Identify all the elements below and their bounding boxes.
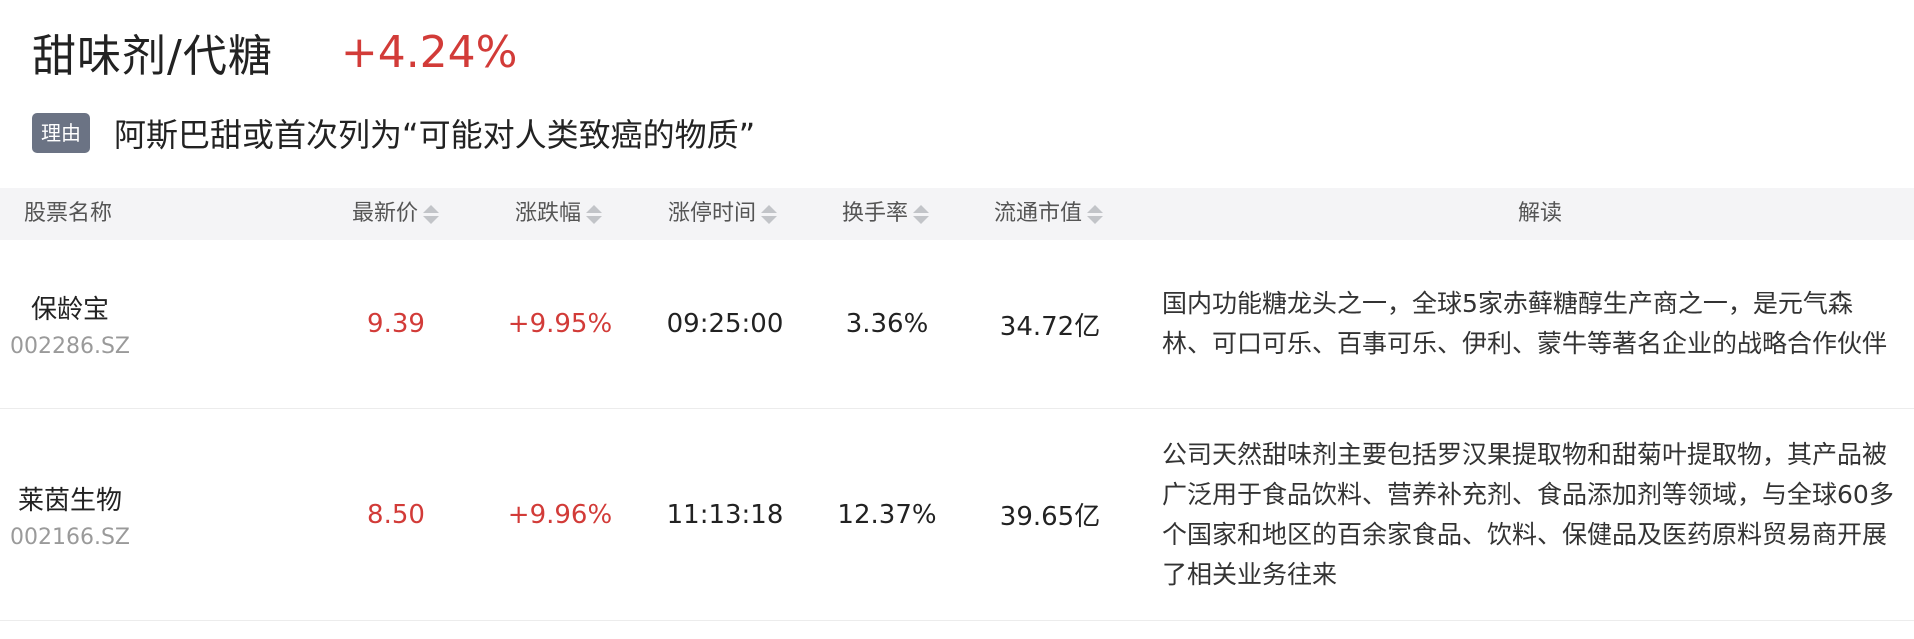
col-price[interactable]: 最新价 [352, 188, 440, 240]
table-header: 股票名称 最新价 涨跌幅 涨停时间 换手率 流通市值 解读 [0, 188, 1914, 240]
stock-name-cell[interactable]: 保龄宝 002286.SZ [0, 240, 140, 408]
latest-price: 9.39 [367, 309, 425, 339]
sort-icon[interactable] [913, 204, 930, 224]
reason-text: 阿斯巴甜或首次列为“可能对人类致癌的物质” [114, 116, 756, 154]
market-cap: 39.65亿 [999, 502, 1101, 532]
col-stock-name: 股票名称 [24, 188, 112, 240]
table-row[interactable]: 莱茵生物 002166.SZ 8.50 +9.96% 11:13:18 12.3… [0, 409, 1914, 621]
market-cap: 34.72亿 [999, 311, 1101, 342]
sector-change: +4.24% [340, 26, 518, 78]
latest-price: 8.50 [367, 499, 425, 530]
turnover-rate: 3.36% [845, 309, 929, 339]
stock-name[interactable]: 莱茵生物 [18, 480, 122, 517]
turnover-rate: 12.37% [837, 499, 937, 530]
stock-description-text: 国内功能糖龙头之一，全球5家赤藓糖醇生产商之一，是元气森林、可口可乐、百事可乐、… [1162, 289, 1888, 358]
col-limit-time[interactable]: 涨停时间 [668, 188, 778, 240]
col-desc-label: 解读 [1518, 201, 1563, 226]
reason-badge: 理由 [32, 113, 90, 153]
stock-description: 公司天然甜味剂主要包括罗汉果提取物和甜菊叶提取物，其产品被广泛用于食品饮料、营养… [1162, 409, 1902, 620]
col-change[interactable]: 涨跌幅 [515, 188, 603, 240]
col-limit-time-label: 涨停时间 [668, 201, 757, 226]
col-desc: 解读 [1518, 188, 1562, 240]
col-turnover[interactable]: 换手率 [842, 188, 930, 240]
sort-icon[interactable] [586, 204, 603, 224]
sector-name: 甜味剂/代糖 [32, 31, 273, 82]
col-turnover-label: 换手率 [842, 201, 909, 226]
col-market-cap[interactable]: 流通市值 [994, 188, 1104, 240]
sector-header: 甜味剂/代糖 +4.24% [32, 22, 518, 83]
stock-description: 国内功能糖龙头之一，全球5家赤藓糖醇生产商之一，是元气森林、可口可乐、百事可乐、… [1162, 240, 1902, 408]
limit-up-time: 11:13:18 [666, 499, 784, 530]
limit-up-time: 09:25:00 [666, 309, 784, 339]
sort-icon[interactable] [423, 204, 440, 224]
change-percent: +9.96% [507, 499, 613, 530]
change-percent: +9.95% [507, 309, 613, 339]
stock-name[interactable]: 保龄宝 [31, 289, 109, 326]
col-price-label: 最新价 [352, 201, 419, 226]
stock-description-text: 公司天然甜味剂主要包括罗汉果提取物和甜菊叶提取物，其产品被广泛用于食品饮料、营养… [1162, 439, 1894, 589]
col-change-label: 涨跌幅 [515, 201, 582, 226]
sort-icon[interactable] [1087, 204, 1104, 224]
col-market-cap-label: 流通市值 [994, 201, 1083, 226]
col-stock-name-label: 股票名称 [24, 201, 113, 226]
sort-icon[interactable] [761, 204, 778, 224]
stock-code: 002286.SZ [9, 334, 130, 359]
reason-line: 理由 阿斯巴甜或首次列为“可能对人类致癌的物质” [32, 110, 755, 156]
stock-name-cell[interactable]: 莱茵生物 002166.SZ [0, 409, 140, 620]
table-row[interactable]: 保龄宝 002286.SZ 9.39 +9.95% 09:25:00 3.36%… [0, 240, 1914, 409]
stock-code: 002166.SZ [9, 524, 130, 550]
